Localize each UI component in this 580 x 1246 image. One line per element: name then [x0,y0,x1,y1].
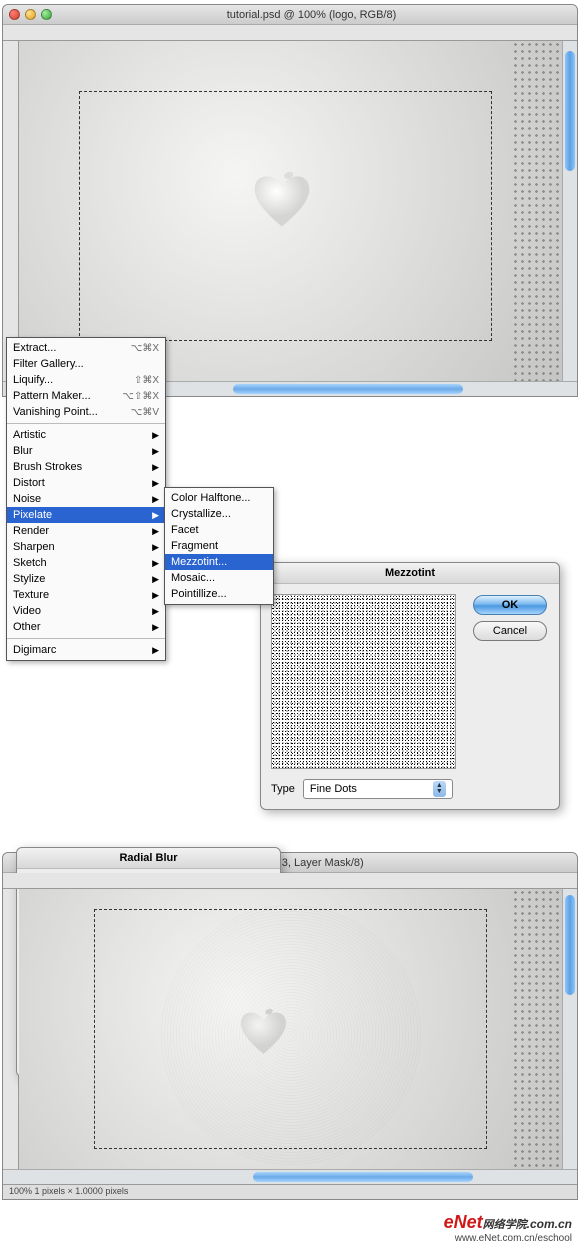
type-value: Fine Dots [310,783,357,795]
status-bar: 100% 1 pixels × 1.0000 pixels [3,1184,577,1199]
menu-item-mezzotint[interactable]: Mezzotint... [165,554,273,570]
scroll-thumb[interactable] [565,51,575,171]
menu-item-pixelate[interactable]: Pixelate▶ [7,507,165,523]
heart-logo [247,170,317,230]
canvas-area[interactable] [19,889,562,1169]
mezzotint-dialog: Mezzotint OK Cancel Type Fine Dots ▲▼ [260,562,560,810]
menu-item-sketch[interactable]: Sketch▶ [7,555,165,571]
filter-context-menu[interactable]: Extract...⌥⌘X Filter Gallery... Liquify.… [6,337,166,661]
dots-pattern [512,41,562,381]
scroll-thumb[interactable] [565,895,575,995]
scroll-thumb[interactable] [233,384,463,394]
type-select[interactable]: Fine Dots ▲▼ [303,779,453,799]
menu-item-facet[interactable]: Facet [165,522,273,538]
close-window-icon[interactable] [9,9,20,20]
menu-item-fragment[interactable]: Fragment [165,538,273,554]
menu-item-sharpen[interactable]: Sharpen▶ [7,539,165,555]
menu-item-digimarc[interactable]: Digimarc▶ [7,642,165,658]
menu-item-artistic[interactable]: Artistic▶ [7,427,165,443]
menu-item-liquify[interactable]: Liquify...⇧⌘X [7,372,165,388]
zoom-window-icon[interactable] [41,9,52,20]
type-label: Type [271,783,295,795]
window-title: tutorial.psd @ 100% (logo, RGB/8) [52,9,571,21]
menu-item-pattern-maker[interactable]: Pattern Maker...⌥⇧⌘X [7,388,165,404]
window-titlebar[interactable]: tutorial.psd @ 100% (logo, RGB/8) [3,5,577,25]
menu-separator [7,423,165,424]
menu-item-render[interactable]: Render▶ [7,523,165,539]
watermark: eNet网络学院.com.cn www.eNet.com.cn/eschool [0,1210,580,1246]
select-arrows-icon: ▲▼ [433,781,446,797]
ok-button[interactable]: OK [473,595,547,615]
menu-item-pointillize[interactable]: Pointillize... [165,586,273,602]
mezzotint-preview [271,594,456,769]
scrollbar-vertical[interactable] [562,889,577,1169]
dialog-title: Radial Blur [17,848,280,869]
menu-item-filter-gallery[interactable]: Filter Gallery... [7,356,165,372]
menu-item-blur[interactable]: Blur▶ [7,443,165,459]
scroll-thumb[interactable] [253,1172,473,1182]
dots-pattern [512,889,562,1169]
menu-item-texture[interactable]: Texture▶ [7,587,165,603]
menu-item-video[interactable]: Video▶ [7,603,165,619]
menu-item-mosaic[interactable]: Mosaic... [165,570,273,586]
heart-logo [236,1007,291,1057]
ruler-horizontal[interactable] [3,25,577,41]
menu-item-stylize[interactable]: Stylize▶ [7,571,165,587]
ruler-vertical[interactable] [3,41,19,381]
scrollbar-horizontal[interactable] [3,1169,577,1184]
menu-item-noise[interactable]: Noise▶ [7,491,165,507]
scrollbar-vertical[interactable] [562,41,577,381]
menu-item-brush-strokes[interactable]: Brush Strokes▶ [7,459,165,475]
menu-item-crystallize[interactable]: Crystallize... [165,506,273,522]
menu-item-vanishing-point[interactable]: Vanishing Point...⌥⌘V [7,404,165,420]
menu-item-distort[interactable]: Distort▶ [7,475,165,491]
dialog-title: Mezzotint [261,563,559,584]
photoshop-canvas-window-2: 100% (Layer 3, Layer Mask/8) 100% 1 pixe… [2,852,578,1200]
menu-item-extract[interactable]: Extract...⌥⌘X [7,340,165,356]
ruler-horizontal[interactable] [3,873,577,889]
canvas-area[interactable] [19,41,562,381]
menu-separator [7,638,165,639]
menu-item-color-halftone[interactable]: Color Halftone... [165,490,273,506]
pixelate-submenu[interactable]: Color Halftone... Crystallize... Facet F… [164,487,274,605]
minimize-window-icon[interactable] [25,9,36,20]
cancel-button[interactable]: Cancel [473,621,547,641]
menu-item-other[interactable]: Other▶ [7,619,165,635]
